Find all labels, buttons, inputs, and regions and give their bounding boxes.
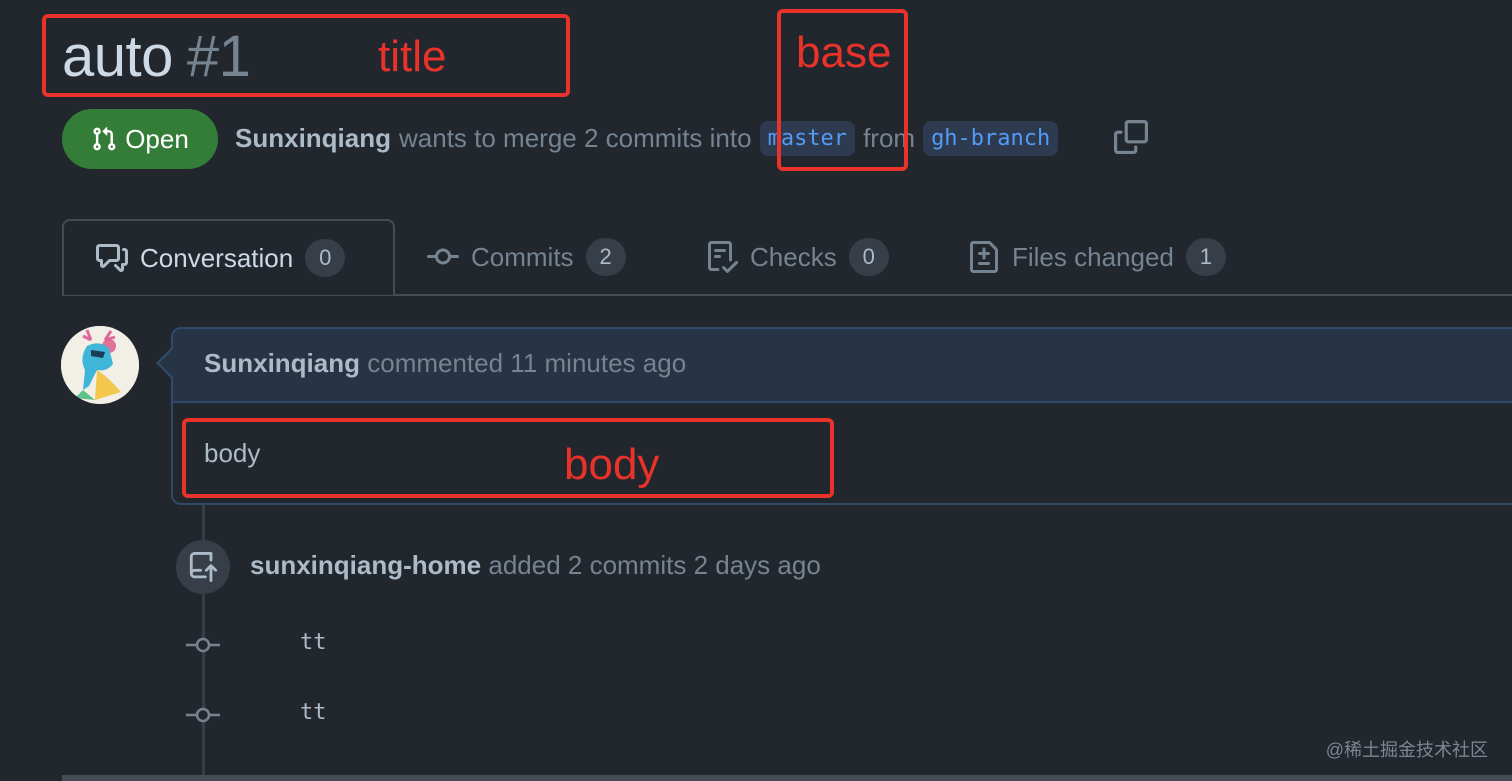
comment-meta: Sunxinqiang commented 11 minutes ago <box>204 348 686 379</box>
deer-avatar-icon <box>61 326 139 404</box>
commit-icon <box>186 707 220 723</box>
push-event-text: sunxinqiang-home added 2 commits 2 days … <box>250 550 821 581</box>
watermark: @稀土掘金技术社区 <box>1325 740 1488 760</box>
tab-checks[interactable]: Checks 0 <box>706 219 889 295</box>
tab-label: Conversation <box>140 242 294 273</box>
tab-commits[interactable]: Commits 2 <box>427 219 626 295</box>
tab-label: Checks <box>750 241 837 272</box>
copy-icon[interactable] <box>1114 120 1148 154</box>
head-branch[interactable]: gh-branch <box>923 120 1059 156</box>
bottom-divider <box>62 775 1512 781</box>
merge-description: Sunxinqiang wants to merge 2 commits int… <box>235 118 1066 158</box>
push-author-link[interactable]: sunxinqiang-home <box>250 550 481 580</box>
push-event-badge <box>176 540 230 594</box>
tab-files-changed[interactable]: Files changed 1 <box>968 219 1226 295</box>
tab-count: 2 <box>585 238 626 276</box>
merge-text: wants to merge 2 commits into <box>399 122 752 153</box>
pr-tabs: Conversation 0 Commits 2 Checks 0 Files … <box>62 219 1512 296</box>
annotation-base-label: base <box>796 28 892 77</box>
commit-icon <box>186 637 220 653</box>
repo-push-icon <box>189 552 218 582</box>
tab-label: Commits <box>471 241 574 272</box>
comment-author-link[interactable]: Sunxinqiang <box>204 348 360 378</box>
annotation-body-label: body <box>564 440 660 489</box>
checklist-icon <box>708 241 738 273</box>
commit-icon <box>427 248 459 265</box>
comment-caret-inner <box>159 349 173 377</box>
pr-author-link[interactable]: Sunxinqiang <box>235 123 391 154</box>
annotation-title-label: title <box>378 32 447 81</box>
file-diff-icon <box>970 241 998 273</box>
comment-discussion-icon <box>96 244 128 272</box>
annotation-body-box <box>182 418 834 498</box>
git-pull-request-icon <box>93 126 116 151</box>
tab-count: 1 <box>1185 238 1226 276</box>
tab-conversation[interactable]: Conversation 0 <box>62 219 395 295</box>
state-label: Open <box>125 123 189 154</box>
annotation-title-box <box>42 14 570 97</box>
state-badge-open: Open <box>62 109 218 169</box>
commit-message-link[interactable]: tt <box>300 700 327 725</box>
tab-label: Files changed <box>1012 241 1174 272</box>
comment-timestamp: commented 11 minutes ago <box>367 348 687 378</box>
commit-message-link[interactable]: tt <box>300 630 327 655</box>
tab-count: 0 <box>848 238 889 276</box>
avatar[interactable] <box>61 326 139 404</box>
push-description: added 2 commits 2 days ago <box>488 550 821 580</box>
tab-count: 0 <box>305 239 346 277</box>
